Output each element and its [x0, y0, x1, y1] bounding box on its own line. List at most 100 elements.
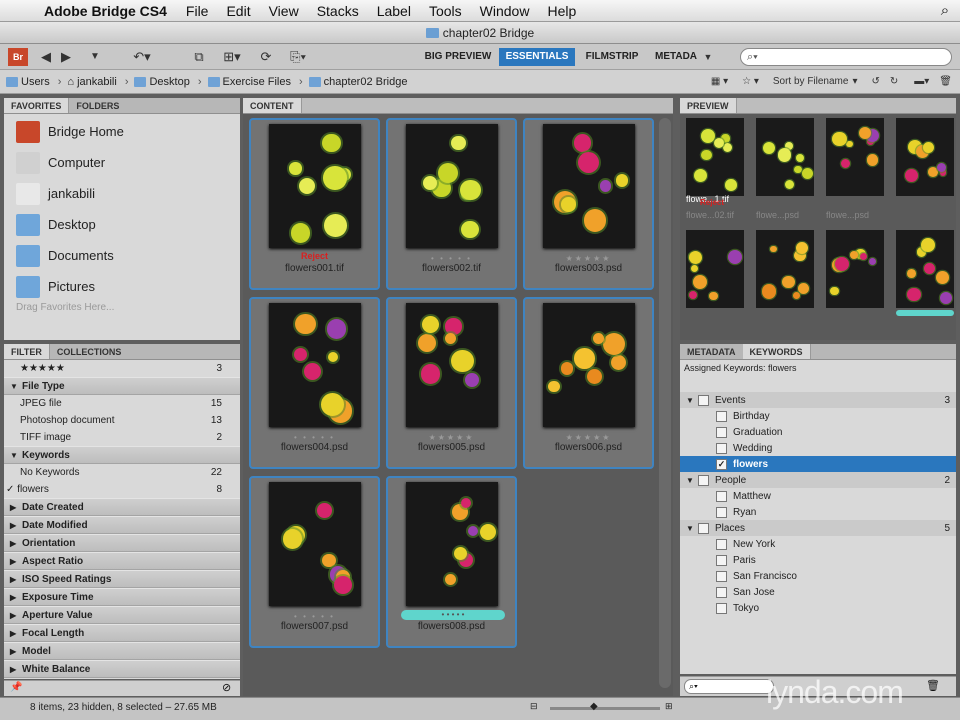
favorite-item[interactable]: jankabili — [4, 178, 240, 209]
output-icon[interactable]: ⎘▾ — [284, 48, 312, 66]
filter-header[interactable]: ▶ White Balance — [4, 660, 240, 678]
keyword-checkbox[interactable] — [716, 554, 727, 566]
thumbnail-item[interactable]: Reject flowers001.tif — [249, 118, 380, 290]
tab-keywords[interactable]: KEYWORDS — [742, 344, 811, 359]
slider-handle-icon[interactable]: ◆ — [590, 701, 598, 712]
tab-preview[interactable]: PREVIEW — [680, 98, 737, 113]
thumbnail-item[interactable]: ★★★★★ flowers006.psd — [523, 297, 654, 469]
tab-folders[interactable]: FOLDERS — [69, 98, 126, 113]
keyword-checkbox[interactable] — [716, 410, 727, 422]
app-menu[interactable]: Adobe Bridge CS4 — [40, 3, 177, 19]
zoom-in-icon[interactable]: ⊞ — [665, 701, 673, 712]
rotate-icon[interactable]: ⟳ — [256, 48, 276, 66]
filter-header[interactable]: ▶ Aspect Ratio — [4, 552, 240, 570]
keyword-checkbox[interactable] — [698, 522, 709, 534]
filter-rating-row[interactable]: ★★★★★ 3 — [4, 360, 240, 377]
workspace-filmstrip[interactable]: FILMSTRIP — [578, 48, 646, 66]
refine-icon[interactable]: ⊞▾ — [218, 48, 246, 66]
rating-stars[interactable]: ★★★★★ — [525, 433, 652, 442]
camera-download-icon[interactable]: ⧉ — [188, 48, 210, 66]
keyword-checkbox[interactable] — [716, 426, 727, 438]
back-icon[interactable]: ◀ — [38, 48, 54, 66]
keyword-item[interactable]: San Jose — [680, 584, 956, 600]
filter-file-type-header[interactable]: ▼ File Type — [4, 377, 240, 395]
filter-header[interactable]: ▶ Focal Length — [4, 624, 240, 642]
preview-image[interactable] — [896, 118, 954, 196]
thumbnail-image[interactable] — [269, 303, 361, 427]
content-scrollbar[interactable] — [659, 118, 671, 688]
tab-filter[interactable]: FILTER — [4, 344, 50, 359]
preview-image[interactable] — [826, 230, 884, 308]
keyword-item[interactable]: ✓ flowers — [680, 456, 956, 472]
keyword-item[interactable]: San Francisco — [680, 568, 956, 584]
preview-image[interactable] — [686, 230, 744, 308]
thumbnail-image[interactable] — [269, 124, 361, 248]
filter-header[interactable]: ▶ Date Modified — [4, 516, 240, 534]
breadcrumb-users[interactable]: Users › — [6, 76, 61, 88]
menu-edit[interactable]: Edit — [217, 3, 259, 19]
keyword-checkbox[interactable] — [716, 538, 727, 550]
tab-collections[interactable]: COLLECTIONS — [50, 344, 129, 359]
breadcrumb-jankabili[interactable]: ⌂ jankabili › — [67, 76, 128, 88]
keyword-checkbox[interactable] — [716, 570, 727, 582]
thumbnail-image[interactable] — [543, 303, 635, 427]
thumbnail-image[interactable] — [269, 482, 361, 606]
menu-view[interactable]: View — [260, 3, 308, 19]
menu-window[interactable]: Window — [471, 3, 539, 19]
workspace-metadata[interactable]: METADA — [650, 48, 702, 66]
tab-content[interactable]: CONTENT — [243, 98, 302, 113]
rating-filter-icon[interactable]: ☆ ▾ — [742, 76, 759, 87]
filter-header[interactable]: ▶ Exposure Time — [4, 588, 240, 606]
keyword-item[interactable]: Tokyo — [680, 600, 956, 616]
favorite-item[interactable]: Documents — [4, 240, 240, 271]
pin-icon[interactable]: 📌 — [10, 682, 22, 693]
keyword-item[interactable]: Ryan — [680, 504, 956, 520]
favorite-item[interactable]: Pictures — [4, 271, 240, 302]
favorite-item[interactable]: Computer — [4, 147, 240, 178]
keyword-item[interactable]: New York — [680, 536, 956, 552]
keyword-item[interactable]: Birthday — [680, 408, 956, 424]
keyword-group[interactable]: ▼ People 2 — [680, 472, 956, 488]
thumbnail-image[interactable] — [406, 124, 498, 248]
rotate-left-icon[interactable]: ↺ — [871, 76, 879, 87]
menu-tools[interactable]: Tools — [420, 3, 471, 19]
thumbnail-item[interactable]: ★★★★★ flowers003.psd — [523, 118, 654, 290]
filter-header[interactable]: ▶ Aperture Value — [4, 606, 240, 624]
keyword-item[interactable]: Wedding — [680, 440, 956, 456]
bridge-logo-icon[interactable]: Br — [8, 48, 28, 66]
filter-row[interactable]: No Keywords 22 — [4, 464, 240, 481]
thumbnail-item[interactable]: • • • • • flowers007.psd — [249, 476, 380, 648]
filter-row[interactable]: Photoshop document 13 — [4, 412, 240, 429]
preview-image[interactable] — [686, 118, 744, 196]
menu-file[interactable]: File — [177, 3, 218, 19]
thumbnail-item[interactable]: • • • • • flowers004.psd — [249, 297, 380, 469]
trash-icon[interactable]: 🗑 — [939, 76, 952, 87]
filter-header[interactable]: ▶ Date Created — [4, 498, 240, 516]
thumbnail-item[interactable]: ★★★★★ flowers005.psd — [386, 297, 517, 469]
keyword-group[interactable]: ▼ Events 3 — [680, 392, 956, 408]
keyword-checkbox[interactable] — [698, 474, 709, 486]
keyword-checkbox[interactable] — [698, 394, 709, 406]
filter-header[interactable]: ▶ Orientation — [4, 534, 240, 552]
filter-row-flowers[interactable]: ✓ flowers 8 — [4, 481, 240, 498]
search-input[interactable]: ⌕▾ — [740, 48, 952, 66]
thumbnail-image[interactable] — [406, 482, 498, 606]
keyword-search-input[interactable]: ⌕▾ — [684, 679, 774, 694]
quality-icon[interactable]: ▦ ▾ — [711, 76, 728, 87]
keyword-group[interactable]: ▼ Places 5 — [680, 520, 956, 536]
delete-keyword-icon[interactable]: 🗑 — [926, 679, 940, 692]
spotlight-icon[interactable]: ⌕ — [930, 2, 960, 19]
filter-keywords-header[interactable]: ▼ Keywords — [4, 446, 240, 464]
tab-favorites[interactable]: FAVORITES — [4, 98, 70, 113]
menu-label[interactable]: Label — [368, 3, 420, 19]
keyword-checkbox[interactable] — [716, 442, 727, 454]
thumbnail-item[interactable]: • • • • • flowers008.psd — [386, 476, 517, 648]
filter-header[interactable]: ▶ Model — [4, 642, 240, 660]
favorite-item[interactable]: Bridge Home — [4, 116, 240, 147]
preview-image[interactable] — [756, 230, 814, 308]
workspace-dropdown-icon[interactable]: ▼ — [702, 48, 714, 66]
keyword-item[interactable]: Paris — [680, 552, 956, 568]
preview-image[interactable] — [896, 230, 954, 308]
keyword-checkbox[interactable] — [716, 602, 727, 614]
breadcrumb-exercise-files[interactable]: Exercise Files › — [207, 76, 303, 88]
